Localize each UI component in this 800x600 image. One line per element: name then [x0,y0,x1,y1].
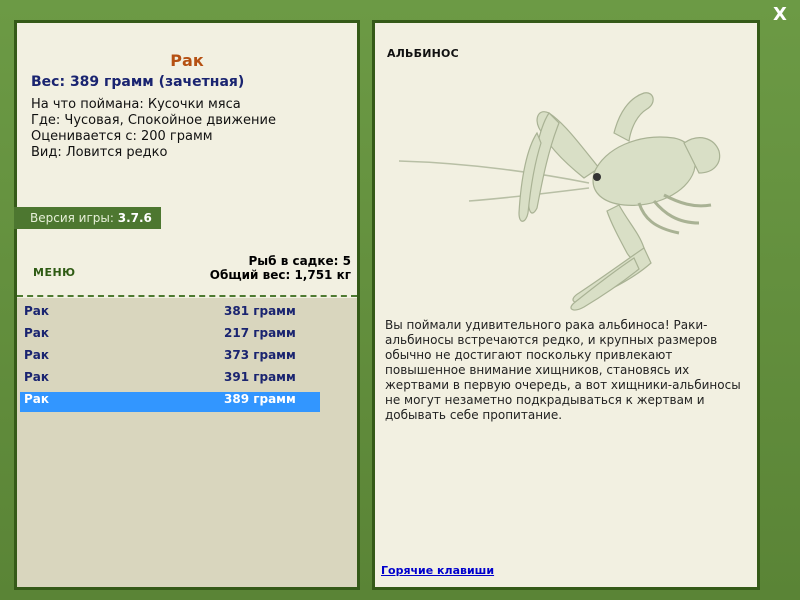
item-weight: 381 грамм [224,304,296,318]
menu-button[interactable]: МЕНЮ [33,266,76,279]
bait-line: На что поймана: Кусочки мяса [31,97,241,112]
catch-list: Рак 381 грамм Рак 217 грамм Рак 373 грам… [17,298,357,587]
description-panel: АЛЬБИНОС Вы поймали удивительного рака а… [372,20,760,590]
list-item-selected[interactable]: Рак 389 грамм [20,392,320,412]
hotkeys-link[interactable]: Горячие клавиши [381,564,494,577]
fish-details: На что поймана: Кусочки мяса Где: Чусова… [31,97,276,161]
item-name: Рак [24,326,50,340]
rarity-line: Вид: Ловится редко [31,145,168,160]
fish-info-panel-body: Рак Вес: 389 грамм (зачетная) На что пой… [14,23,357,587]
item-weight: 389 грамм [224,392,296,406]
albino-description: Вы поймали удивительного рака альбиноса!… [385,318,741,422]
close-button[interactable]: X [770,4,790,26]
version-label: Версия игры: [30,211,114,225]
item-weight: 373 грамм [224,348,296,362]
description-panel-body: АЛЬБИНОС Вы поймали удивительного рака а… [375,23,757,587]
version-value: 3.7.6 [117,211,152,225]
game-version-badge: Версия игры: 3.7.6 [14,207,161,229]
list-item[interactable]: Рак 381 грамм [20,304,320,324]
list-item[interactable]: Рак 391 грамм [20,370,320,390]
item-name: Рак [24,304,50,318]
fish-count: Рыб в садке: 5 [248,254,352,268]
valued-from-line: Оценивается с: 200 грамм [31,129,213,144]
fish-info-panel: Рак Вес: 389 грамм (зачетная) На что пой… [14,20,360,590]
item-name: Рак [24,370,50,384]
divider [17,295,357,297]
total-weight: Общий вес: 1,751 кг [209,268,351,282]
item-name: Рак [24,392,50,406]
item-weight: 217 грамм [224,326,296,340]
fish-weight: Вес: 389 грамм (зачетная) [31,74,245,90]
list-item[interactable]: Рак 373 грамм [20,348,320,368]
crayfish-image [398,92,721,311]
item-weight: 391 грамм [224,370,296,384]
location-line: Где: Чусовая, Спокойное движение [31,113,276,128]
albino-heading: АЛЬБИНОС [387,47,459,60]
list-item[interactable]: Рак 217 грамм [20,326,320,346]
fish-name: Рак [170,51,204,70]
item-name: Рак [24,348,50,362]
keepnet-stats: Рыб в садке: 5 Общий вес: 1,751 кг [210,254,351,282]
